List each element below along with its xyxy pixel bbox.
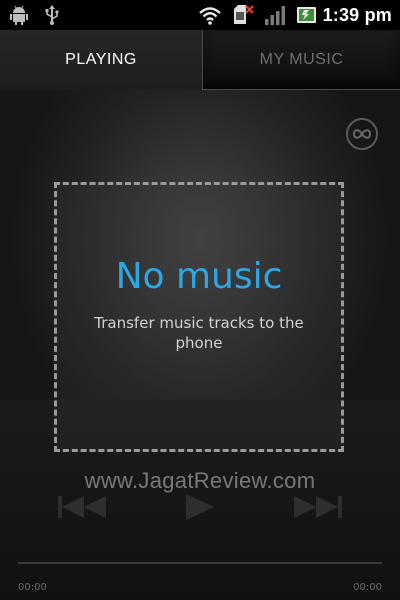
status-bar: 1:39 pm: [0, 0, 400, 30]
tab-my-music[interactable]: MY MUSIC: [202, 30, 400, 90]
tab-playing[interactable]: PLAYING: [0, 30, 202, 90]
android-debug-icon: [10, 5, 28, 25]
transport-controls: [0, 488, 400, 528]
usb-icon: [45, 5, 59, 25]
sim-card-error-icon: [234, 5, 254, 24]
clock: 1:39 pm: [322, 5, 392, 25]
infinite-button[interactable]: [346, 118, 378, 150]
music-player-screen: PLAYING MY MUSIC No music Transfer music…: [0, 30, 400, 600]
battery-icon: [297, 7, 316, 23]
tab-bar: PLAYING MY MUSIC: [0, 30, 400, 90]
signal-icon: [265, 6, 285, 25]
elapsed-time: 00:00: [18, 582, 47, 593]
infinity-icon: [352, 129, 372, 139]
album-art-placeholder: No music Transfer music tracks to the ph…: [54, 182, 344, 452]
total-time: 00:00: [353, 582, 382, 593]
previous-icon[interactable]: [56, 492, 110, 522]
watermark: www.JagatReview.com: [84, 468, 316, 493]
no-music-message: Transfer music tracks to the phone: [94, 314, 304, 352]
progress-bar[interactable]: [18, 562, 382, 564]
play-icon[interactable]: [182, 492, 218, 522]
wifi-icon: [199, 7, 221, 25]
no-music-title: No music: [115, 256, 283, 297]
next-icon[interactable]: [290, 492, 344, 522]
